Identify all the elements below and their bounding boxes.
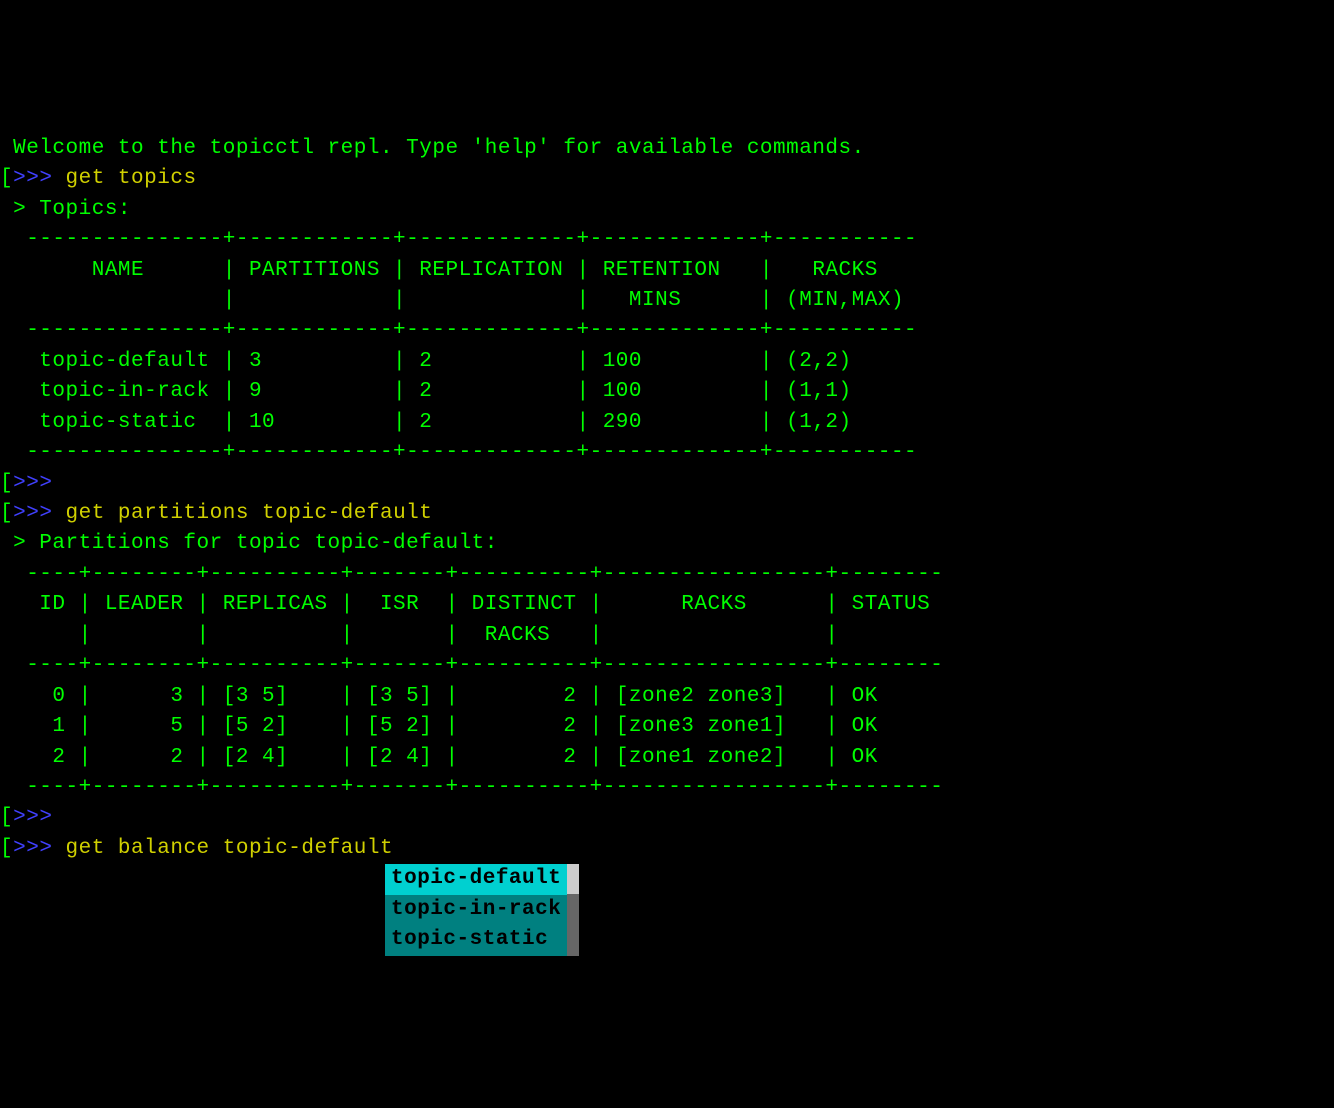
command-text: get partitions topic-default [52, 502, 432, 525]
table-border: ---------------+------------+-----------… [0, 319, 917, 342]
table-row: topic-static | 10 | 2 | 290 | (1,2) [0, 411, 852, 434]
table-header-row: | | | | RACKS | | [0, 624, 839, 647]
command-input[interactable]: get balance topic-default [52, 837, 393, 860]
table-row: 0 | 3 | [3 5] | [3 5] | 2 | [zone2 zone3… [0, 685, 878, 708]
table-row: topic-default | 3 | 2 | 100 | (2,2) [0, 350, 852, 373]
table-row: 2 | 2 | [2 4] | [2 4] | 2 | [zone1 zone2… [0, 746, 878, 769]
table-header-row: NAME | PARTITIONS | REPLICATION | RETENT… [0, 259, 878, 282]
autocomplete-item[interactable]: topic-static [385, 925, 567, 955]
prompt-arrows: >>> [13, 502, 52, 525]
table-border: ---------------+------------+-----------… [0, 441, 917, 464]
autocomplete-item[interactable]: topic-in-rack [385, 895, 567, 925]
prompt-arrows: >>> [13, 167, 52, 190]
command-text: get topics [52, 167, 196, 190]
table-header-row: | | | MINS | (MIN,MAX) [0, 289, 904, 312]
table-border: ---------------+------------+-----------… [0, 228, 917, 251]
prompt-bracket: [ [0, 472, 13, 495]
table-border: ----+--------+----------+-------+-------… [0, 776, 943, 799]
prompt-bracket: [ [0, 502, 13, 525]
table-border: ----+--------+----------+-------+-------… [0, 563, 943, 586]
partitions-heading: > Partitions for topic topic-default: [0, 532, 498, 555]
welcome-text: Welcome to the topicctl repl. Type 'help… [0, 137, 865, 160]
autocomplete-item-selected[interactable]: topic-default [385, 864, 567, 894]
table-row: 1 | 5 | [5 2] | [5 2] | 2 | [zone3 zone1… [0, 715, 878, 738]
prompt-bracket: [ [0, 806, 13, 829]
prompt-arrows: >>> [13, 472, 52, 495]
table-header-row: ID | LEADER | REPLICAS | ISR | DISTINCT … [0, 593, 930, 616]
autocomplete-scrollbar[interactable] [567, 864, 579, 955]
scrollbar-thumb[interactable] [567, 864, 579, 894]
prompt-arrows: >>> [13, 837, 52, 860]
prompt-arrows: >>> [13, 806, 52, 829]
table-border: ----+--------+----------+-------+-------… [0, 654, 943, 677]
prompt-bracket: [ [0, 837, 13, 860]
scrollbar-track [567, 894, 579, 955]
topics-heading: > Topics: [0, 198, 131, 221]
prompt-bracket: [ [0, 167, 13, 190]
autocomplete-popup: topic-defaulttopic-in-racktopic-static [385, 864, 1334, 955]
terminal-output: Welcome to the topicctl repl. Type 'help… [0, 134, 1334, 865]
table-row: topic-in-rack | 9 | 2 | 100 | (1,1) [0, 380, 852, 403]
